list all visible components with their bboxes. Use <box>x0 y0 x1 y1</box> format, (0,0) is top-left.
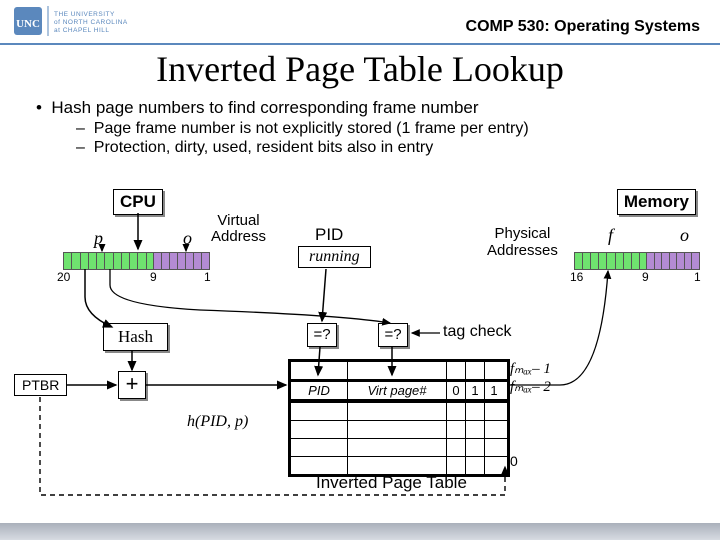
va-o-label: o <box>183 228 192 249</box>
footer-bar <box>0 523 720 540</box>
eq-box-1: =? <box>307 323 337 347</box>
slide-title: Inverted Page Table Lookup <box>0 48 720 90</box>
memory-box: Memory <box>617 189 696 215</box>
diagram: CPU Memory Virtual Address p o 20 9 1 PI… <box>0 175 720 535</box>
pa-o-label: o <box>680 225 689 246</box>
fmax-2: fₘₐₓ– 2 <box>510 377 551 396</box>
running-box: running <box>298 246 371 268</box>
frame-zero: 0 <box>510 453 518 469</box>
va-bit1: 1 <box>204 270 211 284</box>
tbl-vpn: Virt page# <box>347 382 446 399</box>
course-label: COMP 530: Operating Systems <box>466 18 700 36</box>
unc-logo: UNC THE UNIVERSITY of NORTH CAROLINA at … <box>14 4 174 45</box>
pid-label: PID <box>315 225 343 245</box>
cpu-box: CPU <box>113 189 163 215</box>
svg-text:UNC: UNC <box>16 18 40 30</box>
va-bit20: 20 <box>57 270 70 284</box>
virtual-address-label: Virtual Address <box>211 213 266 245</box>
pa-bit16: 16 <box>570 270 583 284</box>
hash-box: Hash <box>103 323 168 351</box>
bullet-1: Hash page numbers to find corresponding … <box>51 98 478 117</box>
eq-box-2: =? <box>378 323 408 347</box>
va-bit9: 9 <box>150 270 157 284</box>
pa-f-label: f <box>608 225 613 246</box>
va-o-bits <box>153 252 210 270</box>
fmax-1: fₘₐₓ– 1 <box>510 359 551 378</box>
tag-check-label: tag check <box>443 323 511 341</box>
table-caption: Inverted Page Table <box>316 473 467 493</box>
bullet-list: • Hash page numbers to find correspondin… <box>36 98 529 158</box>
va-p-label: p <box>94 228 103 249</box>
pa-f-bits <box>574 252 648 270</box>
svg-text:of NORTH CAROLINA: of NORTH CAROLINA <box>54 19 128 26</box>
hash-func-label: h(PID, p) <box>187 413 248 431</box>
bullet-2b: Protection, dirty, used, resident bits a… <box>94 139 433 156</box>
va-p-bits <box>63 252 155 270</box>
inverted-page-table: PID Virt page# 011 <box>288 359 510 477</box>
ptbr-box: PTBR <box>14 374 67 396</box>
plus-box: + <box>118 371 146 399</box>
pa-o-bits <box>646 252 700 270</box>
pa-bit9: 9 <box>642 270 649 284</box>
pa-bit1: 1 <box>694 270 701 284</box>
bullet-2a: Page frame number is not explicitly stor… <box>94 120 529 137</box>
tbl-pid: PID <box>291 382 347 399</box>
svg-text:at CHAPEL HILL: at CHAPEL HILL <box>54 27 110 34</box>
svg-text:THE UNIVERSITY: THE UNIVERSITY <box>54 11 115 18</box>
physical-addresses-label: Physical Addresses <box>487 225 558 259</box>
